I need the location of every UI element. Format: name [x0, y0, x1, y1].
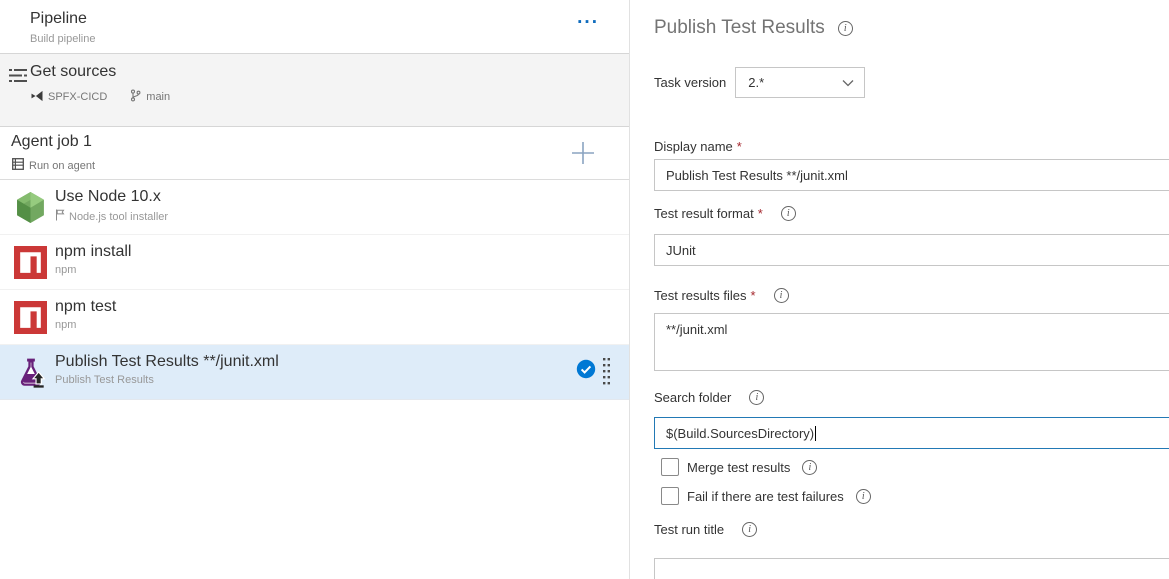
- pipeline-title: Pipeline: [30, 10, 87, 28]
- branch-name: main: [146, 91, 170, 103]
- task-row-npm-test[interactable]: npm test npm: [0, 290, 629, 345]
- info-icon[interactable]: [838, 21, 853, 36]
- task-subtitle: Node.js tool installer: [69, 211, 168, 223]
- agent-job-title: Agent job 1: [11, 133, 92, 151]
- info-icon[interactable]: [749, 390, 764, 405]
- flag-icon: [55, 209, 65, 224]
- merge-test-results-checkbox[interactable]: [661, 458, 679, 476]
- info-icon[interactable]: [802, 460, 817, 475]
- info-icon[interactable]: [781, 206, 796, 221]
- display-name-label: Display name*: [654, 139, 742, 154]
- test-result-format-label: Test result format*: [654, 206, 763, 221]
- get-sources-title: Get sources: [30, 63, 116, 81]
- publish-test-results-icon: [14, 356, 47, 389]
- plus-icon: [569, 139, 597, 167]
- fail-on-test-failures-checkbox[interactable]: [661, 487, 679, 505]
- task-subtitle: npm: [55, 319, 76, 331]
- search-folder-label: Search folder: [654, 390, 731, 405]
- task-subtitle: npm: [55, 264, 76, 276]
- chevron-down-icon: [842, 74, 854, 92]
- display-name-input[interactable]: Publish Test Results **/junit.xml: [654, 159, 1169, 191]
- task-version-dropdown[interactable]: 2.*: [735, 67, 865, 98]
- azure-repos-icon: [31, 90, 43, 105]
- git-branch-icon: [130, 89, 141, 105]
- pipeline-more-menu-icon[interactable]: ...: [577, 8, 599, 28]
- get-sources-section[interactable]: Get sources SPFX-CICD: [0, 54, 629, 127]
- task-title: Publish Test Results **/junit.xml: [55, 353, 279, 371]
- npm-icon: [14, 301, 47, 334]
- agent-job-subtitle: Run on agent: [29, 160, 95, 172]
- text-cursor: [815, 426, 816, 441]
- test-run-title-input[interactable]: [654, 558, 1169, 579]
- task-settings-panel: Publish Test Results Task version 2.* Di…: [631, 0, 1169, 579]
- task-version-label: Task version: [654, 75, 726, 90]
- npm-icon: [14, 246, 47, 279]
- pipeline-subtitle: Build pipeline: [30, 33, 95, 45]
- agent-icon: [12, 158, 24, 173]
- info-icon[interactable]: [856, 489, 871, 504]
- task-title: Use Node 10.x: [55, 188, 168, 206]
- test-result-format-input[interactable]: JUnit: [654, 234, 1169, 266]
- merge-test-results-label: Merge test results: [687, 460, 790, 475]
- test-results-files-input[interactable]: **/junit.xml: [654, 313, 1169, 371]
- task-enabled-check-icon[interactable]: [576, 359, 596, 384]
- info-icon[interactable]: [742, 522, 757, 537]
- pipeline-task-list-panel: Pipeline Build pipeline ... Get sources …: [0, 0, 630, 579]
- task-title: npm test: [55, 298, 116, 316]
- task-row-use-node[interactable]: Use Node 10.x Node.js tool installer: [0, 180, 629, 235]
- nodejs-icon: [14, 191, 47, 224]
- task-row-npm-install[interactable]: npm install npm: [0, 235, 629, 290]
- info-icon[interactable]: [774, 288, 789, 303]
- task-subtitle: Publish Test Results: [55, 374, 154, 386]
- add-task-button[interactable]: [569, 139, 597, 167]
- repo-name: SPFX-CICD: [48, 91, 107, 103]
- task-title: npm install: [55, 243, 131, 261]
- search-folder-input[interactable]: $(Build.SourcesDirectory): [654, 417, 1169, 449]
- task-row-publish-test-results[interactable]: Publish Test Results **/junit.xml Publis…: [0, 345, 629, 400]
- task-version-value: 2.*: [748, 75, 842, 90]
- fail-on-test-failures-label: Fail if there are test failures: [687, 489, 844, 504]
- drag-handle-icon[interactable]: [602, 357, 611, 393]
- panel-title: Publish Test Results: [654, 17, 825, 39]
- tasks-list-icon: [9, 68, 27, 88]
- test-results-files-label: Test results files*: [654, 288, 756, 303]
- test-run-title-label: Test run title: [654, 522, 724, 537]
- agent-job-header[interactable]: Agent job 1 Run on agent: [0, 127, 629, 180]
- pipeline-header: Pipeline Build pipeline ...: [0, 0, 629, 54]
